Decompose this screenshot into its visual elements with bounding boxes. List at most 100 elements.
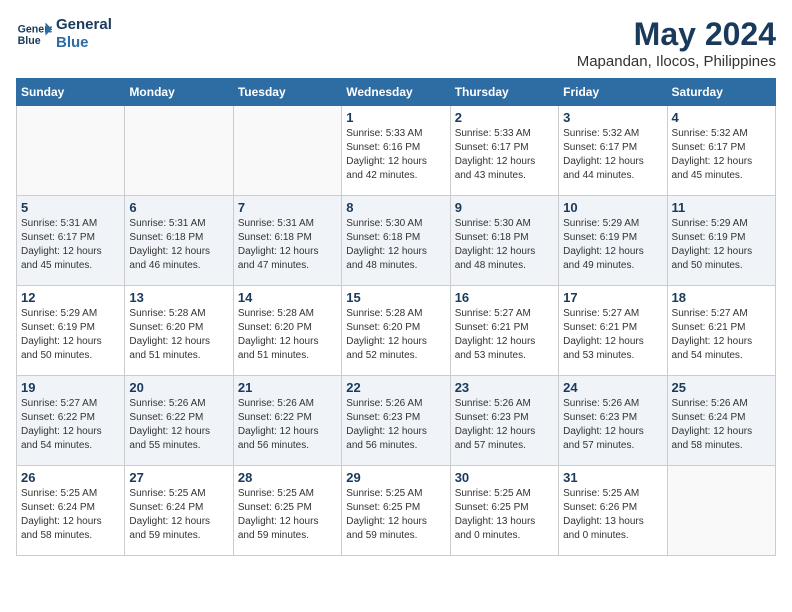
day-info: Sunrise: 5:29 AM Sunset: 6:19 PM Dayligh… [21,307,120,363]
day-info: Sunrise: 5:25 AM Sunset: 6:26 PM Dayligh… [563,487,662,543]
day-cell: 7Sunrise: 5:31 AM Sunset: 6:18 PM Daylig… [233,196,341,286]
day-info: Sunrise: 5:25 AM Sunset: 6:25 PM Dayligh… [346,487,445,543]
day-number: 25 [672,380,771,395]
day-cell: 31 Sunrise: 5:25 AM Sunset: 6:26 PM Dayli… [559,466,667,556]
day-cell: 9 Sunrise: 5:30 AM Sunset: 6:18 PM Daylig… [450,196,558,286]
day-info: Sunrise: 5:26 AM Sunset: 6:22 PM Dayligh… [238,397,337,453]
day-number: 27 [129,470,228,485]
day-info: Sunrise: 5:26 AM Sunset: 6:22 PM Dayligh… [129,397,228,453]
page-header: General Blue General Blue May 2024 Mapan… [16,16,776,70]
week-row-5: 26 Sunrise: 5:25 AM Sunset: 6:24 PM Dayli… [17,466,776,556]
calendar-location: Mapandan, Ilocos, Philippines [577,53,776,70]
day-number: 31 [563,470,662,485]
week-row-4: 19Sunrise: 5:27 AM Sunset: 6:22 PM Dayli… [17,376,776,466]
day-cell: 19Sunrise: 5:27 AM Sunset: 6:22 PM Dayli… [17,376,125,466]
week-row-2: 5 Sunrise: 5:31 AM Sunset: 6:17 PM Daylig… [17,196,776,286]
day-number: 13 [129,290,228,305]
day-number: 10 [563,200,662,215]
day-cell: 16 Sunrise: 5:27 AM Sunset: 6:21 PM Dayli… [450,286,558,376]
logo-text: General [56,16,112,34]
day-number: 7 [238,200,337,215]
calendar-header-row: SundayMondayTuesdayWednesdayThursdayFrid… [17,79,776,106]
day-info: Sunrise: 5:26 AM Sunset: 6:24 PM Dayligh… [672,397,771,453]
day-number: 6 [129,200,228,215]
week-row-3: 12 Sunrise: 5:29 AM Sunset: 6:19 PM Dayli… [17,286,776,376]
day-number: 16 [455,290,554,305]
day-info: Sunrise: 5:31 AM Sunset: 6:17 PM Dayligh… [21,217,120,273]
header-monday: Monday [125,79,233,106]
day-cell: 15Sunrise: 5:28 AM Sunset: 6:20 PM Dayli… [342,286,450,376]
title-block: May 2024 Mapandan, Ilocos, Philippines [577,16,776,70]
day-info: Sunrise: 5:27 AM Sunset: 6:22 PM Dayligh… [21,397,120,453]
header-thursday: Thursday [450,79,558,106]
day-number: 12 [21,290,120,305]
day-number: 20 [129,380,228,395]
day-cell: 30Sunrise: 5:25 AM Sunset: 6:25 PM Dayli… [450,466,558,556]
logo-text2: Blue [56,34,112,52]
day-cell: 10 Sunrise: 5:29 AM Sunset: 6:19 PM Dayli… [559,196,667,286]
day-info: Sunrise: 5:26 AM Sunset: 6:23 PM Dayligh… [346,397,445,453]
day-cell: 14Sunrise: 5:28 AM Sunset: 6:20 PM Dayli… [233,286,341,376]
day-number: 29 [346,470,445,485]
day-cell: 6 Sunrise: 5:31 AM Sunset: 6:18 PM Daylig… [125,196,233,286]
header-sunday: Sunday [17,79,125,106]
day-info: Sunrise: 5:25 AM Sunset: 6:24 PM Dayligh… [129,487,228,543]
day-cell: 5 Sunrise: 5:31 AM Sunset: 6:17 PM Daylig… [17,196,125,286]
day-info: Sunrise: 5:29 AM Sunset: 6:19 PM Dayligh… [563,217,662,273]
day-info: Sunrise: 5:28 AM Sunset: 6:20 PM Dayligh… [346,307,445,363]
day-cell [667,466,775,556]
day-info: Sunrise: 5:31 AM Sunset: 6:18 PM Dayligh… [129,217,228,273]
day-cell: 2 Sunrise: 5:33 AM Sunset: 6:17 PM Daylig… [450,106,558,196]
logo: General Blue General Blue [16,16,112,52]
day-cell: 21 Sunrise: 5:26 AM Sunset: 6:22 PM Dayli… [233,376,341,466]
day-cell: 29 Sunrise: 5:25 AM Sunset: 6:25 PM Dayli… [342,466,450,556]
header-wednesday: Wednesday [342,79,450,106]
day-number: 4 [672,110,771,125]
calendar-title: May 2024 [577,16,776,53]
day-cell: 4 Sunrise: 5:32 AM Sunset: 6:17 PM Daylig… [667,106,775,196]
day-number: 9 [455,200,554,215]
day-cell [233,106,341,196]
header-saturday: Saturday [667,79,775,106]
day-cell: 1Sunrise: 5:33 AM Sunset: 6:16 PM Daylig… [342,106,450,196]
day-cell: 13 Sunrise: 5:28 AM Sunset: 6:20 PM Dayli… [125,286,233,376]
day-cell: 23Sunrise: 5:26 AM Sunset: 6:23 PM Dayli… [450,376,558,466]
day-info: Sunrise: 5:30 AM Sunset: 6:18 PM Dayligh… [346,217,445,273]
day-number: 11 [672,200,771,215]
week-row-1: 1Sunrise: 5:33 AM Sunset: 6:16 PM Daylig… [17,106,776,196]
day-info: Sunrise: 5:26 AM Sunset: 6:23 PM Dayligh… [563,397,662,453]
day-number: 24 [563,380,662,395]
day-info: Sunrise: 5:25 AM Sunset: 6:24 PM Dayligh… [21,487,120,543]
day-number: 21 [238,380,337,395]
day-number: 14 [238,290,337,305]
day-cell: 3Sunrise: 5:32 AM Sunset: 6:17 PM Daylig… [559,106,667,196]
header-tuesday: Tuesday [233,79,341,106]
logo-icon: General Blue [16,16,52,52]
day-number: 1 [346,110,445,125]
day-info: Sunrise: 5:26 AM Sunset: 6:23 PM Dayligh… [455,397,554,453]
day-cell: 11 Sunrise: 5:29 AM Sunset: 6:19 PM Dayli… [667,196,775,286]
day-cell: 8Sunrise: 5:30 AM Sunset: 6:18 PM Daylig… [342,196,450,286]
calendar-table: SundayMondayTuesdayWednesdayThursdayFrid… [16,78,776,556]
day-info: Sunrise: 5:28 AM Sunset: 6:20 PM Dayligh… [129,307,228,363]
day-cell: 27 Sunrise: 5:25 AM Sunset: 6:24 PM Dayli… [125,466,233,556]
day-cell: 20 Sunrise: 5:26 AM Sunset: 6:22 PM Dayli… [125,376,233,466]
day-number: 17 [563,290,662,305]
svg-text:Blue: Blue [18,35,41,47]
day-info: Sunrise: 5:32 AM Sunset: 6:17 PM Dayligh… [672,127,771,183]
day-info: Sunrise: 5:30 AM Sunset: 6:18 PM Dayligh… [455,217,554,273]
day-cell: 28Sunrise: 5:25 AM Sunset: 6:25 PM Dayli… [233,466,341,556]
day-info: Sunrise: 5:27 AM Sunset: 6:21 PM Dayligh… [455,307,554,363]
day-cell: 25 Sunrise: 5:26 AM Sunset: 6:24 PM Dayli… [667,376,775,466]
day-info: Sunrise: 5:27 AM Sunset: 6:21 PM Dayligh… [672,307,771,363]
day-number: 5 [21,200,120,215]
day-cell: 17Sunrise: 5:27 AM Sunset: 6:21 PM Dayli… [559,286,667,376]
day-cell: 12 Sunrise: 5:29 AM Sunset: 6:19 PM Dayli… [17,286,125,376]
day-info: Sunrise: 5:29 AM Sunset: 6:19 PM Dayligh… [672,217,771,273]
day-info: Sunrise: 5:33 AM Sunset: 6:17 PM Dayligh… [455,127,554,183]
day-number: 2 [455,110,554,125]
day-number: 3 [563,110,662,125]
day-number: 26 [21,470,120,485]
day-cell: 24 Sunrise: 5:26 AM Sunset: 6:23 PM Dayli… [559,376,667,466]
day-cell [125,106,233,196]
